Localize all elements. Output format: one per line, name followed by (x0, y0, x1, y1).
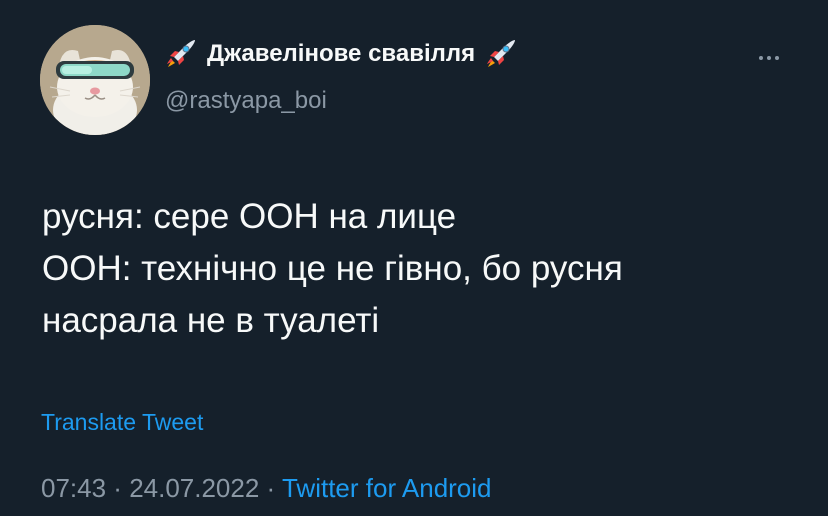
tweet-metadata: 07:43 · 24.07.2022 · Twitter for Android (41, 473, 492, 504)
separator: · (259, 473, 282, 503)
tweet-line: ООН: технічно це не гівно, бо русня (42, 249, 623, 288)
dot (759, 56, 763, 60)
tweet-text: русня: сере ООН на лице ООН: технічно це… (42, 191, 802, 347)
tweet-line: насрала не в туалеті (42, 301, 380, 340)
author-name-row[interactable]: Джавелінове свавілля (165, 38, 517, 70)
author-handle[interactable]: @rastyapa_boi (165, 87, 327, 115)
dot (775, 56, 779, 60)
translate-tweet-link[interactable]: Translate Tweet (41, 409, 203, 436)
dot (767, 56, 771, 60)
rocket-icon (167, 40, 195, 67)
tweet-line: русня: сере ООН на лице (42, 197, 457, 236)
tweet-date[interactable]: 24.07.2022 (129, 473, 259, 503)
cat-with-vr-goggles-icon (40, 25, 150, 135)
avatar[interactable] (40, 25, 150, 135)
separator: · (106, 473, 130, 503)
more-options-icon[interactable] (752, 46, 786, 70)
tweet-time[interactable]: 07:43 (41, 473, 106, 503)
author-display-name[interactable]: Джавелінове свавілля (207, 40, 475, 68)
tweet-source-link[interactable]: Twitter for Android (282, 473, 492, 503)
rocket-icon (487, 40, 516, 67)
